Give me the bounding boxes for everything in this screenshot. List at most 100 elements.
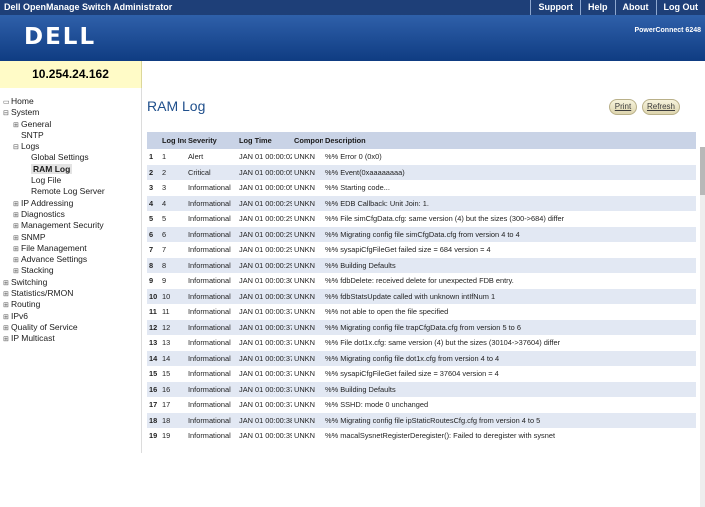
tree-item-switching[interactable]: ⊞Switching: [0, 277, 141, 288]
column-header-severity: Severity: [186, 132, 237, 149]
tree-item-label: Diagnostics: [21, 209, 65, 219]
tree-item-label: Home: [11, 96, 34, 106]
cell-severity: Informational: [186, 180, 237, 196]
cell-description: %% Starting code...: [323, 180, 696, 196]
tree-item-general[interactable]: ⊞General: [0, 119, 141, 130]
tree-item-diagnostics[interactable]: ⊞Diagnostics: [0, 209, 141, 220]
tree-item-global-settings[interactable]: Global Settings: [0, 152, 141, 163]
cell-row-number: 10: [147, 289, 160, 305]
cell-severity: Informational: [186, 304, 237, 320]
tree-item-label: Advance Settings: [21, 254, 87, 264]
cell-log-time: JAN 01 00:00:37: [237, 366, 292, 382]
tree-item-label: IP Addressing: [21, 198, 73, 208]
tree-item-remote-log-server[interactable]: Remote Log Server: [0, 186, 141, 197]
cell-log-index: 9: [160, 273, 186, 289]
cell-component: UNKN: [292, 258, 323, 274]
cell-component: UNKN: [292, 165, 323, 181]
table-row: 77InformationalJAN 01 00:00:29UNKN%% sys…: [147, 242, 696, 258]
cell-severity: Informational: [186, 320, 237, 336]
cell-log-index: 1: [160, 149, 186, 165]
top-nav-links: Support Help About Log Out: [530, 0, 705, 15]
cell-severity: Informational: [186, 335, 237, 351]
tree-item-label: SNTP: [21, 130, 44, 140]
table-row: 99InformationalJAN 01 00:00:30UNKN%% fdb…: [147, 273, 696, 289]
cell-log-time: JAN 01 00:00:37: [237, 351, 292, 367]
refresh-button[interactable]: Refresh: [642, 99, 680, 115]
cell-severity: Informational: [186, 382, 237, 398]
header-banner: DELL PowerConnect 6248: [0, 15, 705, 61]
cell-description: %% Error 0 (0x0): [323, 149, 696, 165]
cell-log-index: 5: [160, 211, 186, 227]
cell-log-time: JAN 01 00:00:02: [237, 149, 292, 165]
cell-log-index: 14: [160, 351, 186, 367]
cell-component: UNKN: [292, 289, 323, 305]
scrollbar-thumb[interactable]: [700, 147, 705, 195]
expand-icon[interactable]: ⊞: [13, 221, 21, 232]
cell-row-number: 7: [147, 242, 160, 258]
tree-item-snmp[interactable]: ⊞SNMP: [0, 232, 141, 243]
logout-link[interactable]: Log Out: [656, 0, 705, 15]
expand-icon[interactable]: ⊞: [3, 300, 11, 311]
cell-log-index: 19: [160, 428, 186, 444]
collapse-icon[interactable]: ⊟: [3, 108, 11, 119]
cell-description: %% fdbStatsUpdate called with unknown in…: [323, 289, 696, 305]
tree-item-advance-settings[interactable]: ⊞Advance Settings: [0, 254, 141, 265]
cell-description: %% macalSysnetRegisterDeregister(): Fail…: [323, 428, 696, 444]
support-link[interactable]: Support: [530, 0, 580, 15]
cell-log-index: 10: [160, 289, 186, 305]
tree-item-label: System: [11, 107, 39, 117]
top-menu-bar: Dell OpenManage Switch Administrator Sup…: [0, 0, 705, 15]
cell-log-time: JAN 01 00:00:37: [237, 335, 292, 351]
vertical-scrollbar[interactable]: [700, 147, 705, 507]
about-link[interactable]: About: [615, 0, 656, 15]
cell-log-time: JAN 01 00:00:30: [237, 273, 292, 289]
tree-item-label: RAM Log: [31, 164, 72, 174]
cell-severity: Alert: [186, 149, 237, 165]
cell-description: %% Event(0xaaaaaaaa): [323, 165, 696, 181]
expand-icon[interactable]: ⊞: [3, 334, 11, 345]
tree-item-ipv6[interactable]: ⊞IPv6: [0, 311, 141, 322]
app-title: Dell OpenManage Switch Administrator: [4, 2, 172, 12]
tree-item-ram-log[interactable]: RAM Log: [0, 164, 141, 175]
table-row: 1010InformationalJAN 01 00:00:30UNKN%% f…: [147, 289, 696, 305]
cell-row-number: 2: [147, 165, 160, 181]
tree-item-management-security[interactable]: ⊞Management Security: [0, 220, 141, 231]
cell-component: UNKN: [292, 397, 323, 413]
help-link[interactable]: Help: [580, 0, 615, 15]
product-name: PowerConnect 6248: [634, 27, 701, 34]
tree-item-label: File Management: [21, 243, 87, 253]
cell-description: %% SSHD: mode 0 unchanged: [323, 397, 696, 413]
tree-item-logs[interactable]: ⊟Logs: [0, 141, 141, 152]
cell-component: UNKN: [292, 196, 323, 212]
cell-log-time: JAN 01 00:00:29: [237, 242, 292, 258]
cell-description: %% fdbDelete: received delete for unexpe…: [323, 273, 696, 289]
page-title: RAM Log: [147, 98, 205, 114]
cell-severity: Informational: [186, 227, 237, 243]
cell-log-time: JAN 01 00:00:29: [237, 211, 292, 227]
cell-row-number: 11: [147, 304, 160, 320]
tree-item-home[interactable]: ▭Home: [0, 96, 141, 107]
tree-item-stacking[interactable]: ⊞Stacking: [0, 265, 141, 276]
tree-item-ip-multicast[interactable]: ⊞IP Multicast: [0, 333, 141, 344]
tree-item-label: Remote Log Server: [31, 186, 105, 196]
tree-item-file-management[interactable]: ⊞File Management: [0, 243, 141, 254]
column-header-component: Component: [292, 132, 323, 149]
cell-log-time: JAN 01 00:00:29: [237, 196, 292, 212]
table-row: 22CriticalJAN 01 00:00:05UNKN%% Event(0x…: [147, 165, 696, 181]
tree-item-label: Switching: [11, 277, 47, 287]
cell-log-index: 7: [160, 242, 186, 258]
print-button[interactable]: Print: [609, 99, 637, 115]
tree-item-ip-addressing[interactable]: ⊞IP Addressing: [0, 198, 141, 209]
tree-item-system[interactable]: ⊟System: [0, 107, 141, 118]
cell-log-time: JAN 01 00:00:38: [237, 413, 292, 429]
cell-component: UNKN: [292, 366, 323, 382]
tree-item-sntp[interactable]: SNTP: [0, 130, 141, 141]
tree-item-quality-of-service[interactable]: ⊞Quality of Service: [0, 322, 141, 333]
cell-log-index: 16: [160, 382, 186, 398]
collapse-icon[interactable]: ⊟: [13, 142, 21, 153]
tree-item-log-file[interactable]: Log File: [0, 175, 141, 186]
cell-log-time: JAN 01 00:00:37: [237, 320, 292, 336]
navigation-tree-pane: ▭Home⊟System⊞GeneralSNTP⊟LogsGlobal Sett…: [0, 88, 142, 453]
tree-item-routing[interactable]: ⊞Routing: [0, 299, 141, 310]
tree-item-statistics-rmon[interactable]: ⊞Statistics/RMON: [0, 288, 141, 299]
